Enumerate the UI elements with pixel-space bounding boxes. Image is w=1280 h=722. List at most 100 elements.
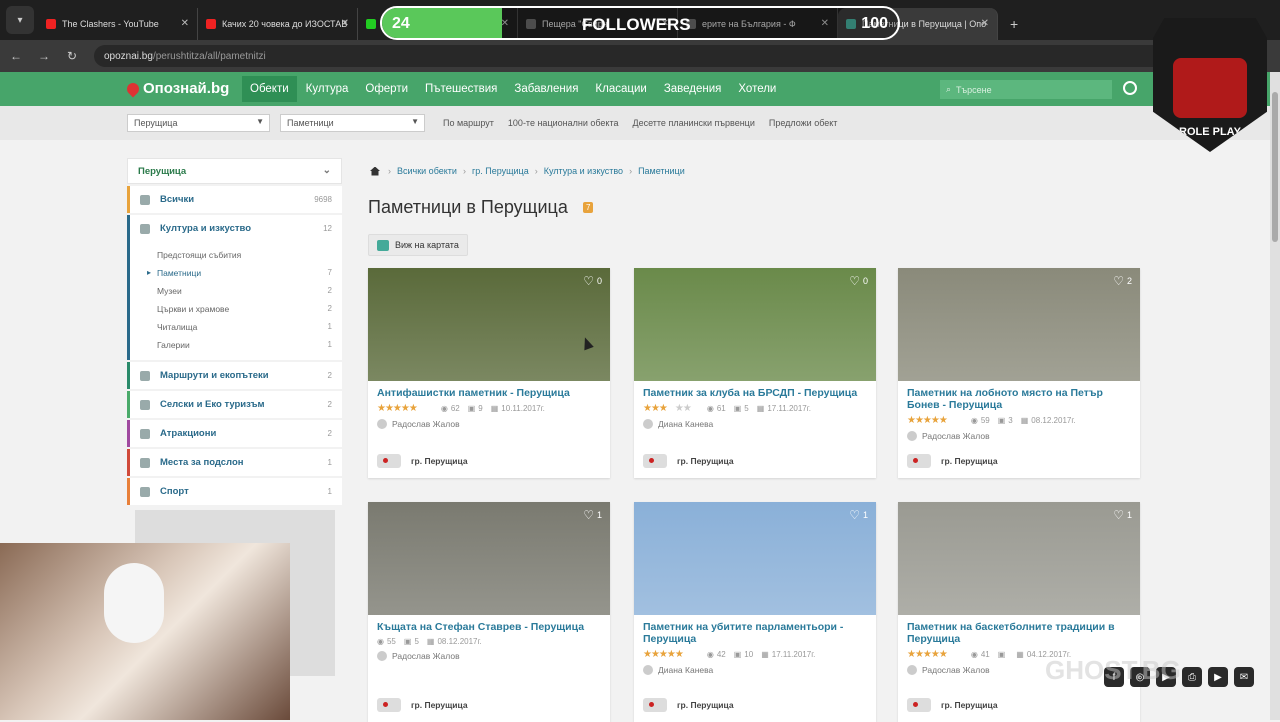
monument-card[interactable]: ♡ 0 Антифашистки паметник - Перущица ★★★★★ ◉… — [368, 268, 610, 478]
breadcrumb-link[interactable]: Култура и изкуство — [544, 166, 623, 176]
card-image[interactable]: ♡ 2 — [898, 268, 1140, 381]
sidebar-subcategory[interactable]: Предстоящи събития — [130, 246, 342, 264]
filter-link[interactable]: По маршрут — [443, 118, 494, 128]
rating-stars: ★★★★★ — [643, 649, 699, 660]
browser-tab[interactable]: The Clashers - YouTube ✕ — [38, 8, 198, 40]
site-header: Опознай.bg Обекти Култура Оферти Пътешестви… — [0, 72, 1270, 106]
sidebar-subcategory[interactable]: Галерии 1 — [130, 336, 342, 354]
breadcrumb-link[interactable]: Паметници — [638, 166, 685, 176]
sidebar-category[interactable]: Спорт 1 — [127, 478, 342, 505]
mail-icon[interactable]: ✉ — [1234, 667, 1254, 687]
category-label: Всички — [160, 194, 195, 205]
logo-text: Опознай.bg — [143, 80, 230, 97]
tab-search-icon[interactable]: ▾ — [6, 6, 34, 34]
card-image[interactable]: ♡ 1 — [898, 502, 1140, 615]
breadcrumb-link[interactable]: гр. Перущица — [472, 166, 529, 176]
subcategory-label: Предстоящи събития — [157, 250, 242, 260]
menu-item[interactable]: Оферти — [357, 76, 416, 102]
menu-item[interactable]: Обекти — [242, 76, 297, 102]
menu-item[interactable]: Хотели — [730, 76, 784, 102]
card-title[interactable]: Паметник на баскетболните традиции в Пер… — [898, 615, 1140, 645]
card-author[interactable]: Радослав Жалов — [368, 646, 610, 661]
print-icon[interactable]: ⎙ — [1182, 667, 1202, 687]
card-author[interactable]: Радослав Жалов — [898, 426, 1140, 441]
sidebar-category[interactable]: Селски и Еко туризъм 2 — [127, 391, 342, 418]
like-counter[interactable]: ♡ 2 — [1113, 274, 1132, 288]
card-title[interactable]: Паметник на убитите парламентьори - Перу… — [634, 615, 876, 645]
monument-card[interactable]: ♡ 0 Паметник за клуба на БРСДП - Перущица ★… — [634, 268, 876, 478]
sidebar-category[interactable]: Всички 9698 — [127, 186, 342, 213]
forward-icon[interactable]: → — [32, 49, 56, 63]
rating-stars: ★★★★★ — [907, 649, 963, 660]
monument-card[interactable]: ♡ 1 Паметник на убитите парламентьори - Пе… — [634, 502, 876, 722]
menu-item[interactable]: Заведения — [656, 76, 730, 102]
breadcrumb-link[interactable]: Всички обекти — [397, 166, 457, 176]
card-image[interactable]: ♡ 1 — [634, 502, 876, 615]
sidebar-subcategory[interactable]: Читалища 1 — [130, 318, 342, 336]
sidebar-category[interactable]: Култура и изкуство 12 — [127, 215, 342, 242]
scroll-thumb[interactable] — [1272, 92, 1278, 242]
search-input[interactable]: ⌕ Търсене — [940, 80, 1112, 99]
card-author[interactable]: Диана Канева — [634, 414, 876, 429]
subcategory-count: 1 — [327, 340, 332, 349]
monument-card[interactable]: ♡ 1 Къщата на Стефан Ставрев - Перущица ◉ 55… — [368, 502, 610, 722]
close-icon[interactable]: ✕ — [341, 18, 349, 29]
filter-link[interactable]: 100-те национални обекта — [508, 118, 619, 128]
card-title[interactable]: Паметник на лобното място на Петър Бонев… — [898, 381, 1140, 411]
category-count: 2 — [327, 371, 332, 380]
filter-link[interactable]: Предложи обект — [769, 118, 838, 128]
close-icon[interactable]: ✕ — [981, 18, 989, 29]
card-location[interactable]: гр. Перущица — [643, 698, 734, 712]
menu-item[interactable]: Класации — [587, 76, 654, 102]
youtube-icon[interactable]: ▶ — [1208, 667, 1228, 687]
card-image[interactable]: ♡ 1 — [368, 502, 610, 615]
like-counter[interactable]: ♡ 1 — [849, 508, 868, 522]
sidebar-category[interactable]: Места за подслон 1 — [127, 449, 342, 476]
menu-item[interactable]: Забавления — [506, 76, 586, 102]
card-location[interactable]: гр. Перущица — [377, 698, 468, 712]
card-author[interactable]: Диана Канева — [634, 660, 876, 675]
view-on-map-button[interactable]: Виж на картата — [368, 234, 468, 256]
menu-item[interactable]: Пътешествия — [417, 76, 505, 102]
photos-icon: ▣ — [997, 650, 1006, 659]
sidebar-town-header[interactable]: Перущица ⌄ — [127, 158, 342, 184]
card-image[interactable]: ♡ 0 — [634, 268, 876, 381]
card-title[interactable]: Къщата на Стефан Ставрев - Перущица — [368, 615, 610, 633]
sidebar-subcategory[interactable]: Църкви и храмове 2 — [130, 300, 342, 318]
card-title[interactable]: Антифашистки паметник - Перущица — [368, 381, 610, 399]
author-name: Радослав Жалов — [392, 419, 460, 429]
menu-item[interactable]: Култура — [298, 76, 357, 102]
town-select[interactable]: Перущица ▼ — [127, 114, 270, 132]
card-location[interactable]: гр. Перущица — [643, 454, 734, 468]
like-counter[interactable]: ♡ 1 — [1113, 508, 1132, 522]
monument-card[interactable]: ♡ 1 Паметник на баскетболните традиции в П… — [898, 502, 1140, 722]
like-counter[interactable]: ♡ 1 — [583, 508, 602, 522]
user-icon[interactable] — [1123, 81, 1137, 95]
card-location[interactable]: гр. Перущица — [907, 698, 998, 712]
rating-stars: ★★★★★ — [643, 403, 699, 414]
monument-card[interactable]: ♡ 2 Паметник на лобното място на Петър Бон… — [898, 268, 1140, 478]
back-icon[interactable]: ← — [4, 49, 28, 63]
bulgaria-map-icon — [377, 698, 401, 712]
new-tab-icon[interactable]: + — [1010, 16, 1018, 32]
card-image[interactable]: ♡ 0 — [368, 268, 610, 381]
sidebar-category[interactable]: Атракциони 2 — [127, 420, 342, 447]
sidebar-category[interactable]: Маршрути и екопътеки 2 — [127, 362, 342, 389]
filter-link[interactable]: Десетте планински първенци — [632, 118, 754, 128]
card-title[interactable]: Паметник за клуба на БРСДП - Перущица — [634, 381, 876, 399]
close-icon[interactable]: ✕ — [181, 18, 189, 29]
site-logo[interactable]: Опознай.bg — [124, 80, 230, 97]
card-location[interactable]: гр. Перущица — [907, 454, 998, 468]
sidebar-subcategory[interactable]: Паметници 7 — [130, 264, 342, 282]
browser-tab[interactable]: Качих 20 човека до ИЗОСТАВ ✕ — [198, 8, 358, 40]
sidebar-subcategory[interactable]: Музеи 2 — [130, 282, 342, 300]
like-counter[interactable]: ♡ 0 — [583, 274, 602, 288]
type-select[interactable]: Паметници ▼ — [280, 114, 425, 132]
card-location[interactable]: гр. Перущица — [377, 454, 468, 468]
home-icon[interactable] — [370, 166, 380, 176]
url-field[interactable]: opoznai.bg/perushtitza/all/pametnitzi — [94, 45, 1194, 67]
reload-icon[interactable]: ↻ — [60, 49, 84, 63]
card-author[interactable]: Радослав Жалов — [368, 414, 610, 429]
like-counter[interactable]: ♡ 0 — [849, 274, 868, 288]
page-scrollbar[interactable] — [1270, 72, 1280, 720]
